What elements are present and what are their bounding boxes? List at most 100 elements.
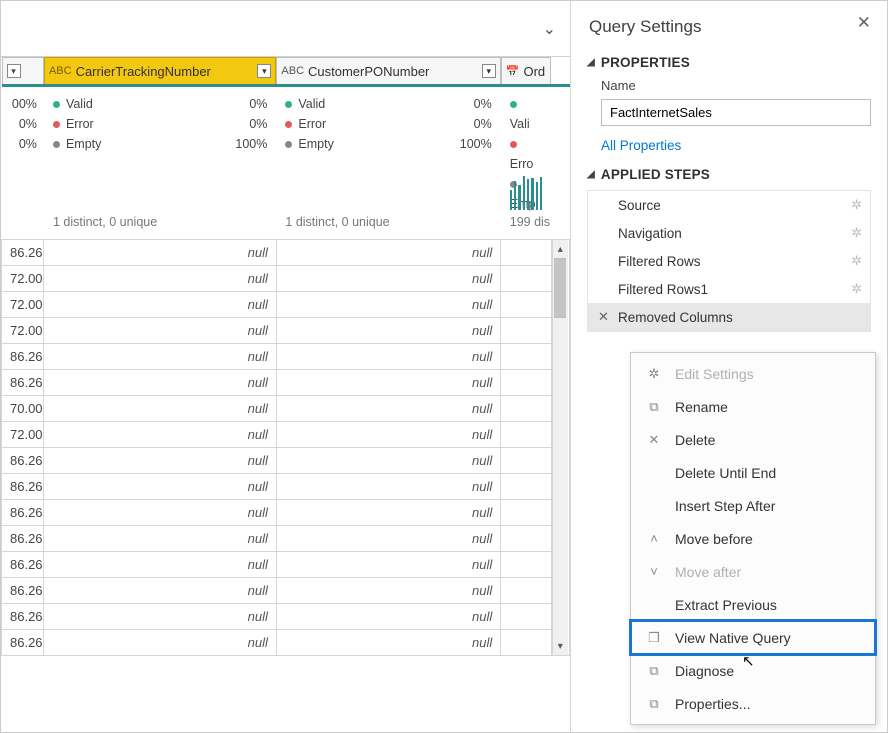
cell-custpo: null [276, 292, 500, 318]
cell-ord [501, 526, 552, 552]
menu-item-properties[interactable]: ⧉Properties... [631, 687, 875, 720]
cell-ord [501, 578, 552, 604]
sparkline [510, 174, 543, 210]
menu-icon: ⧉ [645, 696, 663, 712]
table-row[interactable]: 70.00nullnull [2, 396, 570, 422]
table-row[interactable]: 86.26nullnull [2, 552, 570, 578]
cell-rownum: 86.26 [2, 448, 44, 474]
cell-custpo: null [276, 578, 500, 604]
menu-item-edit-settings: ✲Edit Settings [631, 357, 875, 390]
gear-icon[interactable]: ✲ [851, 225, 862, 241]
table-row[interactable]: 86.26nullnull [2, 448, 570, 474]
table-row[interactable]: 86.26nullnull [2, 344, 570, 370]
menu-item-delete[interactable]: ✕Delete [631, 423, 875, 456]
table-row[interactable]: 86.26nullnull▴▾ [2, 240, 570, 266]
cell-rownum: 72.00 [2, 292, 44, 318]
vertical-scrollbar[interactable]: ▴▾ [552, 240, 568, 655]
col-head-carrier[interactable]: ABC CarrierTrackingNumber ▾ [44, 57, 276, 85]
close-icon[interactable]: ✕ [857, 13, 871, 33]
cell-carrier: null [44, 526, 276, 552]
menu-item-move-before[interactable]: ˄Move before [631, 522, 875, 555]
table-row[interactable]: 86.26nullnull [2, 526, 570, 552]
table-row[interactable]: 86.26nullnull [2, 500, 570, 526]
gear-icon[interactable]: ✲ [851, 253, 862, 269]
scroll-up-icon[interactable]: ▴ [553, 240, 568, 258]
cell-custpo: null [276, 396, 500, 422]
chevron-down-icon[interactable]: ⌄ [543, 19, 556, 39]
menu-icon: ❐ [645, 630, 663, 646]
menu-icon: ˅ [645, 564, 663, 579]
filter-dropdown-icon[interactable]: ▾ [482, 64, 496, 78]
cell-ord [501, 630, 552, 656]
cell-carrier: null [44, 604, 276, 630]
col-head-custpo[interactable]: ABC CustomerPONumber ▾ [276, 57, 500, 85]
gear-icon[interactable]: ✲ [851, 197, 862, 213]
applied-step[interactable]: Source✲ [588, 191, 870, 219]
table-row[interactable]: 72.00nullnull [2, 318, 570, 344]
filter-dropdown-icon[interactable]: ▾ [7, 64, 21, 78]
applied-steps-list: Source✲Navigation✲Filtered Rows✲Filtered… [587, 190, 871, 332]
cell-custpo: null [276, 604, 500, 630]
table-row[interactable]: 86.26nullnull [2, 630, 570, 656]
applied-step[interactable]: Filtered Rows✲ [588, 247, 870, 275]
cell-rownum: 86.26 [2, 578, 44, 604]
query-name-input[interactable] [601, 99, 871, 126]
all-properties-link[interactable]: All Properties [601, 138, 681, 153]
menu-item-view-native-query[interactable]: ❐View Native Query [631, 621, 875, 654]
cell-custpo: null [276, 240, 500, 266]
menu-item-rename[interactable]: ⧉Rename [631, 390, 875, 423]
cell-rownum: 72.00 [2, 422, 44, 448]
table-row[interactable]: 86.26nullnull [2, 370, 570, 396]
cursor-icon: ↖ [742, 652, 755, 670]
table-row[interactable]: 72.00nullnull [2, 422, 570, 448]
menu-icon: ˄ [645, 531, 663, 546]
applied-step[interactable]: Filtered Rows1 ✲ [588, 275, 870, 303]
scroll-thumb[interactable] [554, 258, 566, 318]
scroll-down-icon[interactable]: ▾ [553, 637, 568, 655]
cell-ord [501, 240, 552, 266]
cell-custpo: null [276, 266, 500, 292]
column-header-row: ▾ ABC CarrierTrackingNumber ▾ ABC Custom… [2, 57, 570, 85]
cell-custpo: null [276, 500, 500, 526]
cell-ord [501, 292, 552, 318]
applied-steps-header[interactable]: ◢ APPLIED STEPS [587, 167, 871, 182]
properties-header[interactable]: ◢ PROPERTIES [587, 55, 871, 70]
profile-ord: Vali Erro Emp 199 dis [502, 88, 551, 238]
formula-bar[interactable]: ⌄ [1, 1, 570, 57]
cell-ord [501, 344, 552, 370]
menu-label: Edit Settings [675, 366, 754, 382]
panel-title: Query Settings [589, 17, 871, 37]
table-row[interactable]: 72.00nullnull [2, 292, 570, 318]
applied-step[interactable]: Navigation✲ [588, 219, 870, 247]
cell-ord [501, 396, 552, 422]
cell-ord [501, 448, 552, 474]
gear-icon[interactable]: ✲ [851, 281, 862, 297]
table-row[interactable]: 86.26nullnull [2, 474, 570, 500]
cell-custpo: null [276, 344, 500, 370]
table-row[interactable]: 72.00nullnull [2, 266, 570, 292]
cell-ord [501, 422, 552, 448]
applied-step[interactable]: ✕Removed Columns [588, 303, 870, 331]
cell-carrier: null [44, 396, 276, 422]
grid-pane: ⌄ ▾ ABC CarrierTrackingNumber ▾ ABC [1, 1, 570, 732]
cell-carrier: null [44, 630, 276, 656]
profile-carrier: Valid0% Error0% Empty100% 1 distinct, 0 … [45, 88, 275, 238]
menu-item-extract-previous[interactable]: Extract Previous [631, 588, 875, 621]
cell-carrier: null [44, 474, 276, 500]
cell-custpo: null [276, 448, 500, 474]
table-row[interactable]: 86.26nullnull [2, 578, 570, 604]
table-row[interactable]: 86.26nullnull [2, 604, 570, 630]
menu-item-insert-step-after[interactable]: Insert Step After [631, 489, 875, 522]
col-label: CarrierTrackingNumber [76, 64, 254, 79]
menu-icon: ⧉ [645, 399, 663, 415]
col-head-rownum[interactable]: ▾ [2, 57, 44, 85]
filter-dropdown-icon[interactable]: ▾ [257, 64, 271, 78]
col-head-ord[interactable]: 📅 Ord [501, 57, 552, 85]
delete-step-icon[interactable]: ✕ [598, 309, 609, 325]
menu-item-delete-until-end[interactable]: Delete Until End [631, 456, 875, 489]
cell-custpo: null [276, 526, 500, 552]
col-label: Ord [523, 64, 546, 79]
step-label: Filtered Rows1 [618, 282, 708, 297]
cell-custpo: null [276, 552, 500, 578]
data-grid: ▾ ABC CarrierTrackingNumber ▾ ABC Custom… [1, 57, 570, 732]
